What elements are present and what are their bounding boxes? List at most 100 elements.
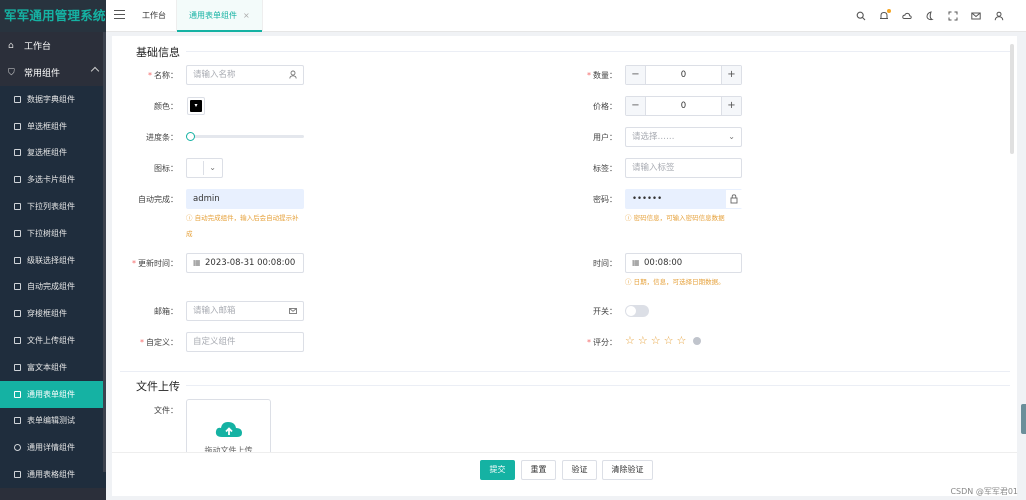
sidebar-item-label: 工作台	[24, 42, 52, 52]
content-scrollbar[interactable]	[1010, 44, 1014, 154]
rating-stars[interactable]: ☆ ☆ ☆ ☆ ☆	[625, 334, 686, 347]
toggle-switch[interactable]	[625, 305, 649, 317]
section-title-upload: 文件上传	[136, 380, 180, 393]
quantity-stepper[interactable]: − 0 +	[625, 65, 742, 85]
user-select-placeholder: 请选择……	[632, 132, 675, 142]
top-bar: 工作台 通用表单组件 ×	[106, 0, 1026, 32]
sidebar-item-upload[interactable]: 文件上传组件	[0, 327, 106, 354]
eye-icon	[14, 444, 21, 452]
file-label: 文件：	[154, 406, 178, 415]
theme-icon[interactable]	[925, 11, 935, 21]
menu-icon	[14, 176, 21, 184]
tab-workbench[interactable]: 工作台	[142, 0, 166, 32]
search-icon[interactable]	[856, 11, 866, 21]
custom-placeholder: 自定义组件	[193, 337, 236, 347]
price-value[interactable]: 0	[646, 97, 721, 115]
time-value: 00:08:00	[644, 258, 683, 268]
email-input[interactable]: 请输入邮箱	[186, 301, 304, 321]
rating-label-text: 评分：	[593, 338, 617, 347]
menu-icon	[14, 149, 21, 157]
icon-select[interactable]: ⌄	[186, 158, 223, 178]
sidebar-item-autocomplete[interactable]: 自动完成组件	[0, 274, 106, 301]
toggle-knob	[626, 306, 636, 316]
star-icon[interactable]: ☆	[677, 334, 687, 347]
color-picker[interactable]: ▾	[187, 97, 205, 115]
clear-validate-button[interactable]: 清除验证	[602, 460, 653, 480]
sidebar-item-detail[interactable]: 通用详情组件	[0, 434, 106, 461]
cloud-upload-icon	[215, 422, 242, 437]
sidebar-item-common-form[interactable]: 通用表单组件	[0, 380, 106, 408]
sidebar-item-tree-select[interactable]: 下拉树组件	[0, 220, 106, 247]
sidebar-item-label: 级联选择组件	[27, 255, 75, 265]
progress-label: 进度条：	[146, 133, 178, 142]
autocomplete-hint: ⓘ 自动完成组件，输入后会自动提示补 成	[186, 212, 299, 240]
user-icon[interactable]	[994, 11, 1004, 21]
time-picker[interactable]: ▦ 00:08:00	[625, 253, 742, 273]
star-icon[interactable]: ☆	[625, 334, 635, 347]
menu-icon	[14, 122, 21, 130]
sidebar-item-workbench[interactable]: ⌂ 工作台	[0, 32, 106, 59]
sidebar-item-multi-card[interactable]: 多选卡片组件	[0, 166, 106, 193]
sidebar-item-dict[interactable]: 数据字典组件	[0, 86, 106, 113]
name-placeholder: 请输入名称	[193, 70, 236, 80]
side-handle[interactable]	[1021, 404, 1026, 434]
star-icon[interactable]: ☆	[638, 334, 648, 347]
sidebar-item-label: 多选卡片组件	[27, 175, 75, 185]
switch-label: 开关：	[593, 307, 617, 316]
sidebar-item-form-edit-test[interactable]: 表单编辑测试	[0, 408, 106, 435]
name-input[interactable]: 请输入名称	[186, 65, 304, 85]
color-label: 颜色：	[154, 102, 178, 111]
sidebar-group-common[interactable]: ⛉ 常用组件	[0, 59, 106, 86]
mail-icon[interactable]	[971, 11, 981, 21]
price-decrement-button[interactable]: −	[626, 97, 646, 115]
chevron-down-icon: ⌄	[209, 163, 216, 172]
bell-icon[interactable]	[879, 9, 891, 21]
price-label: 价格：	[593, 102, 617, 111]
validate-button[interactable]: 验证	[562, 460, 597, 480]
fullscreen-icon[interactable]	[948, 11, 958, 21]
user-select[interactable]: 请选择…… ⌄	[625, 127, 742, 147]
custom-input[interactable]: 自定义组件	[186, 332, 304, 352]
sidebar-item-table[interactable]: 通用表格组件	[0, 461, 106, 488]
autocomplete-input[interactable]: admin	[186, 189, 304, 209]
progress-slider-track[interactable]	[190, 135, 304, 138]
price-increment-button[interactable]: +	[721, 97, 741, 115]
sidebar-item-cascader[interactable]: 级联选择组件	[0, 247, 106, 274]
sidebar-item-radio[interactable]: 单选框组件	[0, 113, 106, 140]
sidebar-item-select[interactable]: 下拉列表组件	[0, 193, 106, 220]
tags-input[interactable]: 请输入标签	[625, 158, 742, 178]
sidebar-item-rich-text[interactable]: 富文本组件	[0, 354, 106, 381]
price-stepper[interactable]: − 0 +	[625, 96, 742, 116]
quantity-label: * 数量：	[547, 70, 617, 81]
sidebar-item-checkbox[interactable]: 复选框组件	[0, 140, 106, 167]
custom-label-text: 自定义：	[146, 338, 178, 347]
update-time-picker[interactable]: ▦ 2023-08-31 00:08:00	[186, 253, 304, 273]
required-mark: *	[148, 71, 152, 80]
quantity-increment-button[interactable]: +	[721, 66, 741, 84]
reset-button[interactable]: 重置	[521, 460, 556, 480]
progress-slider-thumb[interactable]	[186, 132, 195, 141]
autocomplete-label: 自动完成：	[138, 195, 178, 204]
file-upload-dropzone[interactable]: 拖动文件上传	[186, 399, 271, 459]
password-label: 密码：	[593, 195, 617, 204]
sidebar-item-label: 表单编辑测试	[27, 416, 75, 426]
app-logo-title: 军军通用管理系统	[0, 0, 106, 32]
sidebar-item-transfer[interactable]: 穿梭框组件	[0, 300, 106, 327]
cloud-icon[interactable]	[902, 11, 912, 21]
lock-icon[interactable]	[726, 190, 742, 208]
password-input[interactable]: ••••••	[625, 189, 742, 209]
menu-toggle-icon[interactable]	[114, 10, 125, 21]
star-icon[interactable]: ☆	[651, 334, 661, 347]
close-icon[interactable]: ×	[243, 11, 250, 20]
email-placeholder: 请输入邮箱	[193, 306, 236, 316]
sidebar-item-label: 通用详情组件	[27, 443, 75, 453]
tab-common-form[interactable]: 通用表单组件 ×	[176, 0, 263, 32]
submit-button[interactable]: 提交	[480, 460, 515, 480]
update-time-label: * 更新时间：	[112, 258, 178, 269]
quantity-value[interactable]: 0	[646, 66, 721, 84]
menu-icon	[14, 203, 21, 211]
sidebar-scrollbar[interactable]	[103, 32, 106, 472]
star-icon[interactable]: ☆	[664, 334, 674, 347]
quantity-decrement-button[interactable]: −	[626, 66, 646, 84]
layers-icon	[14, 390, 21, 398]
